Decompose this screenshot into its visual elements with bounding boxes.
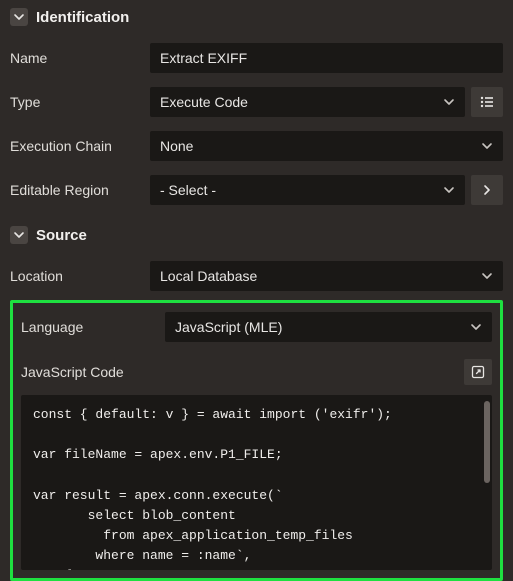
type-row: Type Execute Code: [10, 80, 503, 124]
identification-header: Identification: [10, 0, 503, 36]
type-options-button[interactable]: [471, 87, 503, 117]
language-label: Language: [21, 319, 155, 335]
location-label: Location: [10, 268, 140, 284]
editable-region-select[interactable]: - Select -: [150, 175, 465, 205]
chevron-down-icon: [481, 140, 493, 152]
location-row: Location Local Database: [10, 254, 503, 298]
execution-chain-select[interactable]: None: [150, 131, 503, 161]
chevron-down-icon: [443, 184, 455, 196]
chevron-right-icon: [481, 184, 493, 196]
expand-code-button[interactable]: [464, 359, 492, 385]
execution-chain-label: Execution Chain: [10, 138, 140, 154]
name-row: Name: [10, 36, 503, 80]
name-label: Name: [10, 50, 140, 66]
editable-region-label: Editable Region: [10, 182, 140, 198]
collapse-identification-button[interactable]: [10, 8, 28, 26]
highlighted-region: Language JavaScript (MLE) JavaScript Cod…: [10, 300, 503, 581]
identification-section: Identification Name Type Execute Code: [0, 0, 513, 212]
type-select[interactable]: Execute Code: [150, 87, 465, 117]
source-section: Source Location Local Database Language …: [0, 218, 513, 581]
source-header: Source: [10, 218, 503, 254]
execution-chain-value: None: [160, 138, 193, 154]
type-label: Type: [10, 94, 140, 110]
expand-icon: [471, 365, 485, 379]
editable-region-row: Editable Region - Select -: [10, 168, 503, 212]
language-select[interactable]: JavaScript (MLE): [165, 312, 492, 342]
chevron-down-icon: [481, 270, 493, 282]
execution-chain-row: Execution Chain None: [10, 124, 503, 168]
editable-region-value: - Select -: [160, 182, 216, 198]
source-title: Source: [36, 227, 87, 244]
collapse-source-button[interactable]: [10, 226, 28, 244]
chevron-down-icon: [470, 321, 482, 333]
chevron-down-icon: [443, 96, 455, 108]
language-row: Language JavaScript (MLE): [21, 303, 492, 349]
location-select[interactable]: Local Database: [150, 261, 503, 291]
chevron-down-icon: [13, 229, 25, 241]
code-scrollbar[interactable]: [484, 401, 490, 483]
list-icon: [479, 94, 495, 110]
name-input[interactable]: [150, 43, 503, 73]
identification-title: Identification: [36, 9, 129, 26]
javascript-code-label: JavaScript Code: [21, 364, 124, 380]
javascript-code-editor[interactable]: const { default: v } = await import ('ex…: [21, 395, 492, 570]
editable-region-go-button[interactable]: [471, 175, 503, 205]
code-content: const { default: v } = await import ('ex…: [33, 407, 392, 570]
chevron-down-icon: [13, 11, 25, 23]
code-header: JavaScript Code: [21, 349, 492, 395]
language-value: JavaScript (MLE): [175, 319, 282, 335]
location-value: Local Database: [160, 268, 257, 284]
type-value: Execute Code: [160, 94, 248, 110]
